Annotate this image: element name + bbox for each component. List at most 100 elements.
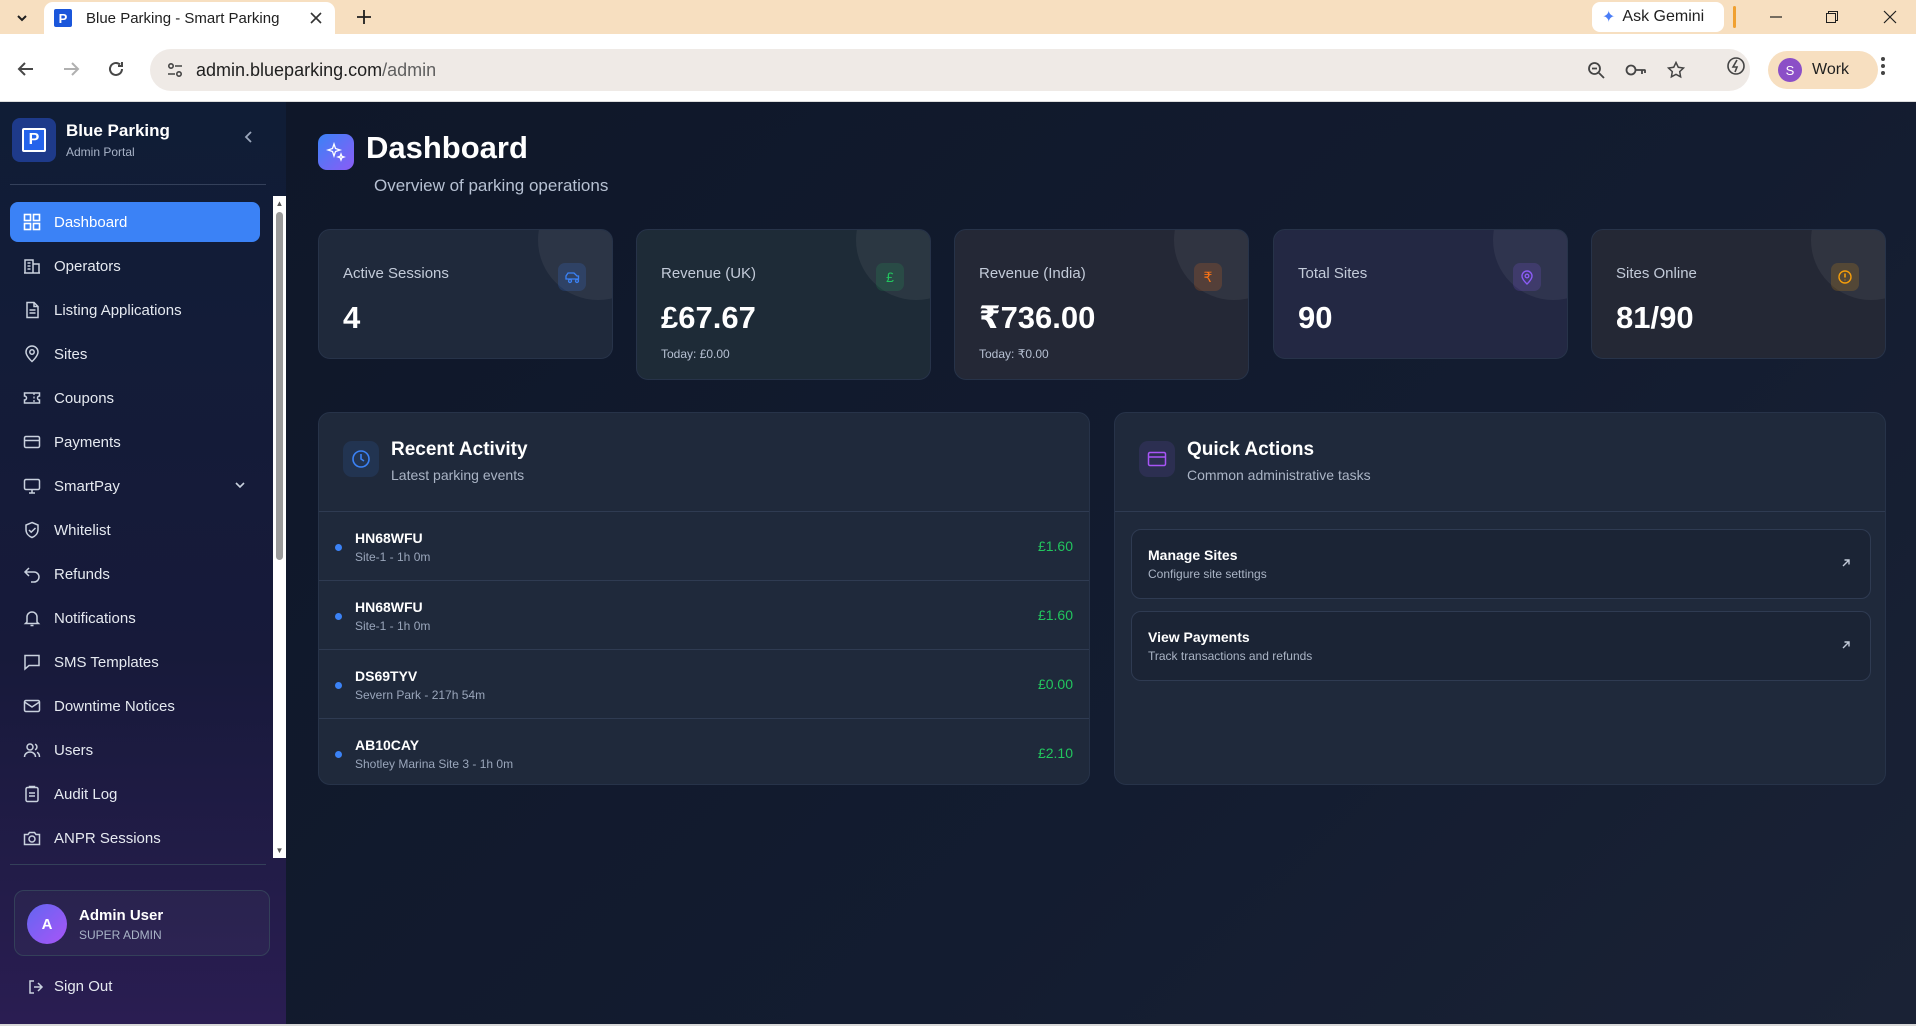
stat-card-active-sessions: Active Sessions 4 — [318, 229, 613, 359]
clipboard-icon — [22, 784, 42, 804]
brand-logo: P — [12, 118, 56, 162]
stat-value: 81/90 — [1616, 300, 1694, 335]
collapse-sidebar-icon[interactable] — [244, 130, 254, 149]
undo-icon — [22, 564, 42, 584]
scroll-down-arrow-icon[interactable]: ▼ — [275, 846, 284, 855]
url-text[interactable]: admin.blueparking.com/admin — [196, 60, 436, 81]
stat-value: 4 — [343, 300, 361, 335]
sidebar-item-smartpay[interactable]: SmartPay — [10, 466, 260, 506]
stat-card-revenue-india: Revenue (India) ₹736.00 Today: ₹0.00 ₹ — [954, 229, 1249, 380]
sidebar-item-listing-applications[interactable]: Listing Applications — [10, 290, 260, 330]
users-icon — [22, 740, 42, 760]
ask-gemini-button[interactable]: ✦ Ask Gemini — [1592, 2, 1724, 32]
sidebar-item-notifications[interactable]: Notifications — [10, 598, 260, 638]
stat-sub: Today: £0.00 — [661, 347, 730, 361]
sidebar-item-sms-templates[interactable]: SMS Templates — [10, 642, 260, 682]
site-info-icon[interactable] — [166, 61, 184, 84]
sidebar-item-label: Coupons — [54, 389, 115, 407]
gemini-divider — [1733, 6, 1736, 28]
sidebar-item-refunds[interactable]: Refunds — [10, 554, 260, 594]
more-menu-icon[interactable] — [1880, 56, 1886, 81]
user-name: Admin User — [79, 907, 164, 924]
building-icon — [22, 256, 42, 276]
list-item[interactable]: HN68WFU Site-1 - 1h 0m £1.60 — [319, 581, 1089, 650]
sidebar-item-label: Whitelist — [54, 521, 111, 539]
map-pin-icon — [22, 344, 42, 364]
list-item[interactable]: AB10CAY Shotley Marina Site 3 - 1h 0m £2… — [319, 719, 1089, 784]
alert-circle-icon — [1831, 263, 1859, 291]
url-host: admin.blueparking.com — [196, 60, 383, 80]
stat-value: £67.67 — [661, 300, 756, 335]
sidebar-item-users[interactable]: Users — [10, 730, 260, 770]
browser-tab[interactable]: P Blue Parking - Smart Parking — [44, 2, 335, 34]
sidebar-item-label: Sites — [54, 345, 88, 363]
zoom-icon[interactable] — [1584, 59, 1608, 81]
list-item[interactable]: HN68WFU Site-1 - 1h 0m £1.60 — [319, 512, 1089, 581]
scroll-up-arrow-icon[interactable]: ▲ — [275, 199, 284, 208]
action-subtitle: Configure site settings — [1148, 567, 1267, 581]
profile-button[interactable]: S Work — [1768, 51, 1878, 89]
performance-icon[interactable] — [1726, 56, 1746, 81]
sidebar-item-dashboard[interactable]: Dashboard — [10, 202, 260, 242]
stat-label: Revenue (UK) — [661, 265, 757, 282]
user-role: SUPER ADMIN — [79, 928, 162, 942]
status-dot — [335, 613, 342, 620]
session-amount: £1.60 — [1037, 607, 1073, 623]
password-key-icon[interactable] — [1624, 59, 1648, 81]
manage-sites-button[interactable]: Manage Sites Configure site settings — [1131, 529, 1871, 599]
address-bar[interactable]: admin.blueparking.com/admin — [150, 49, 1750, 91]
sidebar-item-audit-log[interactable]: Audit Log — [10, 774, 260, 814]
restore-icon[interactable] — [1818, 4, 1846, 30]
scrollbar-thumb[interactable] — [276, 212, 283, 560]
panel-title: Quick Actions — [1187, 439, 1315, 460]
profile-label: Work — [1812, 61, 1850, 78]
sidebar-divider — [10, 864, 266, 865]
stat-label: Sites Online — [1616, 265, 1697, 282]
sign-out-button[interactable]: Sign Out — [28, 978, 112, 995]
sidebar-scrollbar[interactable]: ▲ ▼ — [273, 196, 286, 858]
back-arrow-icon[interactable] — [13, 56, 39, 82]
sidebar-item-sites[interactable]: Sites — [10, 334, 260, 374]
ticket-icon — [22, 388, 42, 408]
sidebar-item-label: Downtime Notices — [54, 697, 175, 715]
action-title: Manage Sites — [1148, 547, 1238, 563]
stat-label: Total Sites — [1298, 265, 1368, 282]
stat-label: Active Sessions — [343, 265, 449, 282]
reload-icon[interactable] — [103, 56, 129, 82]
sidebar-item-operators[interactable]: Operators — [10, 246, 260, 286]
quick-actions-panel: Quick Actions Common administrative task… — [1114, 412, 1886, 785]
sidebar-item-anpr-sessions[interactable]: ANPR Sessions — [10, 818, 260, 858]
brand-logo-letter: P — [22, 128, 46, 152]
chevron-down-icon[interactable] — [234, 478, 246, 495]
credit-card-icon — [1139, 441, 1175, 477]
session-amount: £1.60 — [1037, 538, 1073, 554]
action-subtitle: Track transactions and refunds — [1148, 649, 1313, 663]
camera-icon — [22, 828, 42, 848]
new-tab-plus-icon[interactable] — [352, 5, 376, 29]
sidebar-nav: Dashboard Operators Listing Applications… — [10, 202, 260, 860]
minimize-icon[interactable] — [1762, 4, 1790, 30]
sidebar-item-coupons[interactable]: Coupons — [10, 378, 260, 418]
status-dot — [335, 682, 342, 689]
car-icon — [558, 263, 586, 291]
close-window-icon[interactable] — [1876, 4, 1904, 30]
sidebar-item-payments[interactable]: Payments — [10, 422, 260, 462]
list-item[interactable]: DS69TYV Severn Park - 217h 54m £0.00 — [319, 650, 1089, 719]
recent-activity-panel: Recent Activity Latest parking events HN… — [318, 412, 1090, 785]
sidebar-item-whitelist[interactable]: Whitelist — [10, 510, 260, 550]
forward-arrow-icon[interactable] — [58, 56, 84, 82]
status-dot — [335, 544, 342, 551]
document-icon — [22, 300, 42, 320]
user-card[interactable]: A Admin User SUPER ADMIN — [14, 890, 270, 956]
plate-number: HN68WFU — [355, 599, 423, 615]
page-title: Dashboard — [366, 130, 528, 165]
sidebar-item-downtime-notices[interactable]: Downtime Notices — [10, 686, 260, 726]
bookmark-star-icon[interactable] — [1664, 59, 1688, 81]
panel-title: Recent Activity — [391, 439, 528, 460]
profile-avatar: S — [1778, 58, 1802, 82]
tab-search-chevron-icon[interactable] — [10, 6, 34, 30]
panel-subtitle: Latest parking events — [391, 467, 525, 483]
close-tab-icon[interactable] — [307, 9, 325, 27]
stat-card-sites-online: Sites Online 81/90 — [1591, 229, 1886, 359]
view-payments-button[interactable]: View Payments Track transactions and ref… — [1131, 611, 1871, 681]
